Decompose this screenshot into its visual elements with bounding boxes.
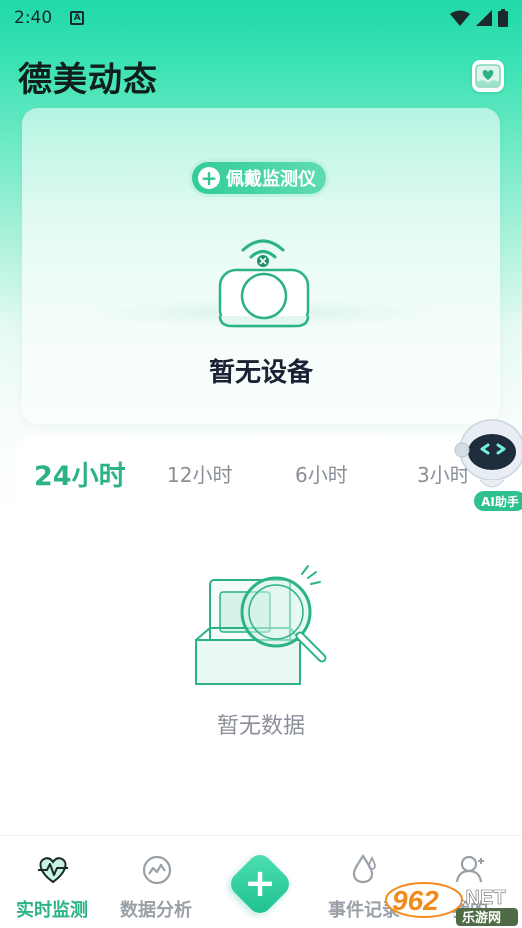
svg-text:乐游网: 乐游网 bbox=[462, 910, 501, 926]
time-range-tabs: 24小时 12小时 6小时 3小时 bbox=[16, 436, 522, 506]
svg-text:962: 962 bbox=[392, 885, 439, 916]
wear-monitor-label: 佩戴监测仪 bbox=[226, 169, 316, 190]
plus-icon: + bbox=[244, 861, 276, 905]
monitor-device-icon bbox=[218, 239, 310, 328]
heart-pulse-icon bbox=[38, 857, 68, 884]
nav-realtime-monitor[interactable]: 实时监测 bbox=[0, 836, 104, 928]
wifi-icon bbox=[450, 10, 470, 26]
tab-24h[interactable]: 24小时 bbox=[34, 454, 126, 493]
nav-realtime-monitor-label: 实时监测 bbox=[16, 900, 88, 921]
ai-assistant-button[interactable]: AI助手 bbox=[452, 402, 522, 514]
svg-text:.NET: .NET bbox=[460, 887, 506, 909]
battery-icon bbox=[498, 9, 508, 27]
signal-icon bbox=[476, 10, 492, 26]
gauge-icon bbox=[142, 855, 172, 885]
robot-icon bbox=[454, 419, 522, 488]
tab-12h[interactable]: 12小时 bbox=[167, 459, 232, 488]
no-device-text: 暂无设备 bbox=[208, 358, 313, 388]
wear-monitor-button[interactable]: + 佩戴监测仪 bbox=[192, 162, 326, 194]
status-bar: 2:40 A bbox=[0, 0, 522, 36]
ai-assistant-label: AI助手 bbox=[474, 491, 522, 511]
droplet-icon bbox=[352, 853, 376, 884]
heart-card-button[interactable] bbox=[472, 60, 504, 92]
status-time: 2:40 bbox=[14, 8, 53, 28]
app-header: 德美动态 bbox=[0, 50, 522, 102]
nav-data-analysis[interactable]: 数据分析 bbox=[104, 836, 208, 928]
device-card: + 佩戴监测仪 暂无设备 bbox=[22, 108, 500, 424]
empty-data-magnifier-icon bbox=[195, 565, 327, 685]
tab-6h[interactable]: 6小时 bbox=[295, 459, 348, 488]
heart-card-icon bbox=[475, 64, 501, 88]
nav-data-analysis-label: 数据分析 bbox=[120, 900, 192, 921]
plus-icon: + bbox=[198, 167, 220, 189]
notification-a-icon: A bbox=[70, 11, 85, 25]
watermark-logo: 962 .NET 乐游网 bbox=[385, 882, 518, 926]
app-title: 德美动态 bbox=[18, 59, 158, 100]
no-data-text: 暂无数据 bbox=[216, 714, 305, 739]
